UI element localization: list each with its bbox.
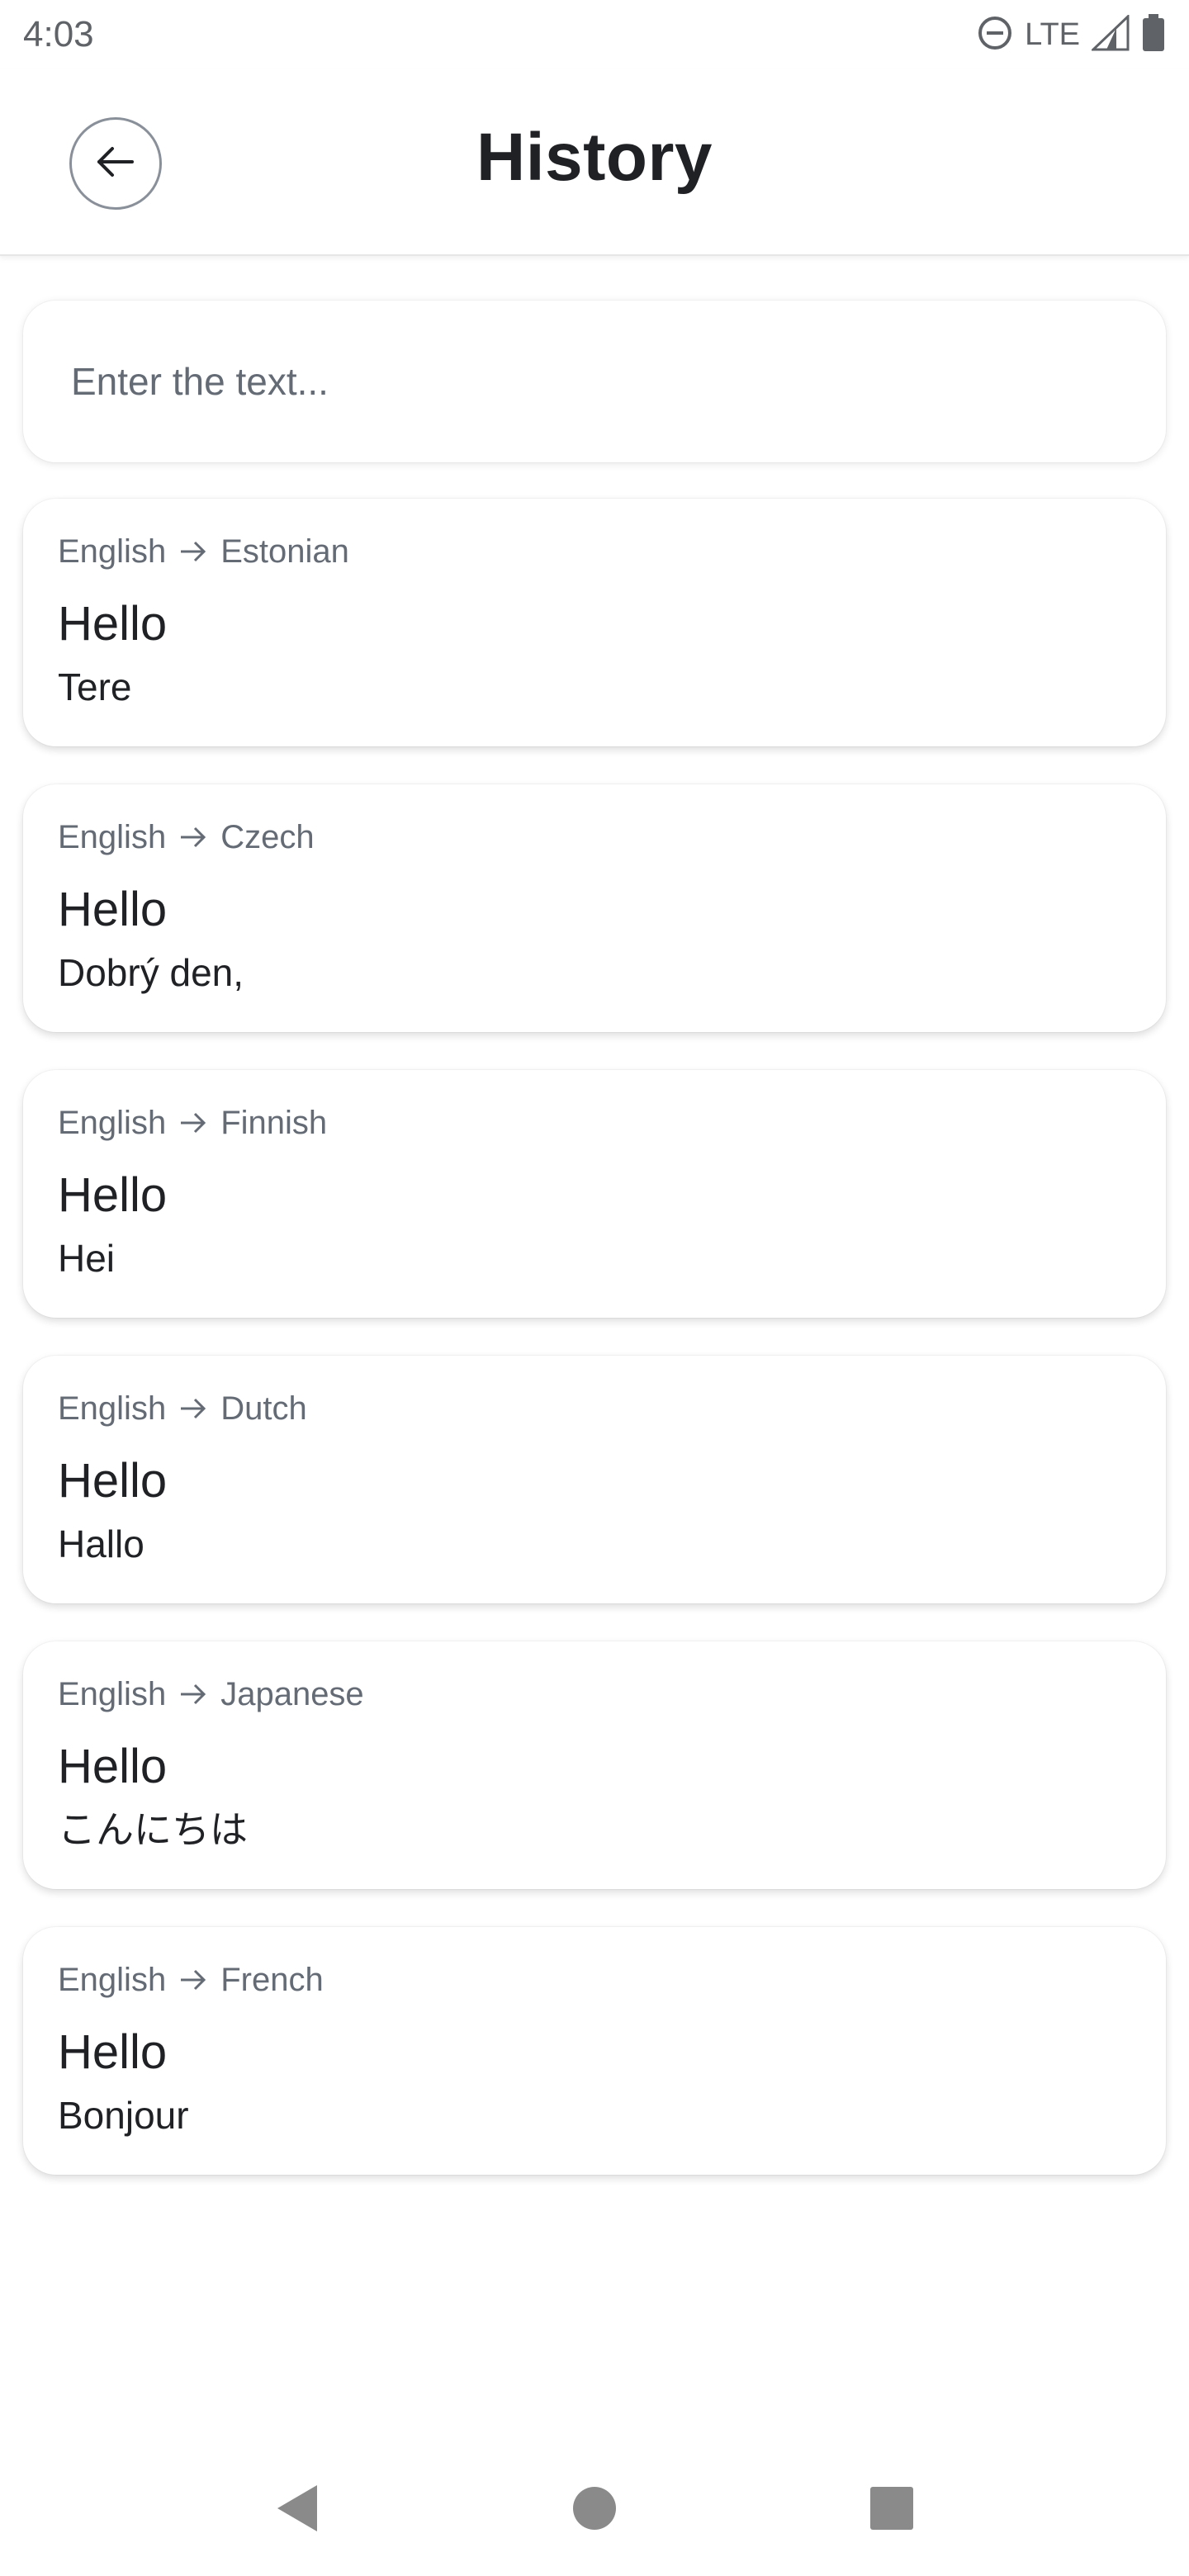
language-pair: English Estonian bbox=[58, 528, 1131, 575]
language-pair: English French bbox=[58, 1957, 1131, 2003]
translated-text: Hallo bbox=[58, 1522, 144, 1565]
language-pair: English Dutch bbox=[58, 1385, 1131, 1432]
arrow-right-icon bbox=[179, 1968, 207, 1992]
language-pair: English Japanese bbox=[58, 1671, 1131, 1717]
source-language: English bbox=[58, 1961, 167, 1998]
search-input[interactable] bbox=[69, 358, 1166, 405]
target-language: Dutch bbox=[220, 1390, 307, 1427]
source-text: Hello bbox=[58, 597, 168, 651]
source-text: Hello bbox=[58, 883, 168, 936]
do-not-disturb-icon bbox=[977, 15, 1013, 55]
source-language: English bbox=[58, 533, 167, 570]
app-header: History bbox=[0, 69, 1189, 256]
translated-text: こんにちは bbox=[58, 1808, 248, 1851]
search-card bbox=[23, 301, 1166, 462]
arrow-right-icon bbox=[179, 1682, 207, 1707]
history-item[interactable]: English Estonian Hello Tere bbox=[23, 499, 1166, 746]
status-icons: LTE bbox=[977, 13, 1166, 56]
history-item[interactable]: English French Hello Bonjour bbox=[23, 1927, 1166, 2175]
history-item[interactable]: English Japanese Hello こんにちは bbox=[23, 1641, 1166, 1889]
nav-back-button[interactable] bbox=[264, 2477, 330, 2543]
system-nav-bar bbox=[0, 2444, 1189, 2576]
translated-text: Tere bbox=[58, 665, 132, 708]
source-text: Hello bbox=[58, 1168, 168, 1222]
translated-text: Bonjour bbox=[58, 2094, 189, 2137]
source-language: English bbox=[58, 1390, 167, 1427]
arrow-right-icon bbox=[179, 1396, 207, 1421]
history-item[interactable]: English Finnish Hello Hei bbox=[23, 1070, 1166, 1318]
target-language: Estonian bbox=[220, 533, 349, 570]
target-language: Finnish bbox=[220, 1104, 328, 1141]
history-item[interactable]: English Dutch Hello Hallo bbox=[23, 1356, 1166, 1603]
network-type: LTE bbox=[1025, 17, 1080, 52]
arrow-right-icon bbox=[179, 539, 207, 564]
signal-icon bbox=[1090, 13, 1130, 55]
status-bar: 4:03 LTE bbox=[0, 0, 1189, 69]
language-pair: English Finnish bbox=[58, 1100, 1131, 1146]
source-language: English bbox=[58, 1675, 167, 1712]
source-language: English bbox=[58, 1104, 167, 1141]
source-text: Hello bbox=[58, 1740, 168, 1793]
arrow-right-icon bbox=[179, 1110, 207, 1135]
home-circle-icon bbox=[571, 2485, 618, 2536]
target-language: Czech bbox=[220, 818, 315, 855]
language-pair: English Czech bbox=[58, 814, 1131, 860]
nav-home-button[interactable] bbox=[561, 2477, 628, 2543]
source-text: Hello bbox=[58, 2025, 168, 2079]
source-language: English bbox=[58, 818, 167, 855]
back-triangle-icon bbox=[272, 2482, 322, 2539]
status-time: 4:03 bbox=[23, 14, 94, 54]
source-text: Hello bbox=[58, 1454, 168, 1508]
translated-text: Dobrý den, bbox=[58, 951, 244, 994]
battery-icon bbox=[1141, 13, 1166, 56]
target-language: Japanese bbox=[220, 1675, 364, 1712]
translated-text: Hei bbox=[58, 1237, 116, 1280]
history-item[interactable]: English Czech Hello Dobrý den, bbox=[23, 784, 1166, 1032]
recents-square-icon bbox=[869, 2485, 915, 2536]
nav-recents-button[interactable] bbox=[859, 2477, 925, 2543]
page-title: History bbox=[476, 120, 713, 195]
target-language: French bbox=[220, 1961, 324, 1998]
arrow-right-icon bbox=[179, 825, 207, 850]
history-list: English Estonian Hello Tere English Czec… bbox=[23, 499, 1166, 2213]
